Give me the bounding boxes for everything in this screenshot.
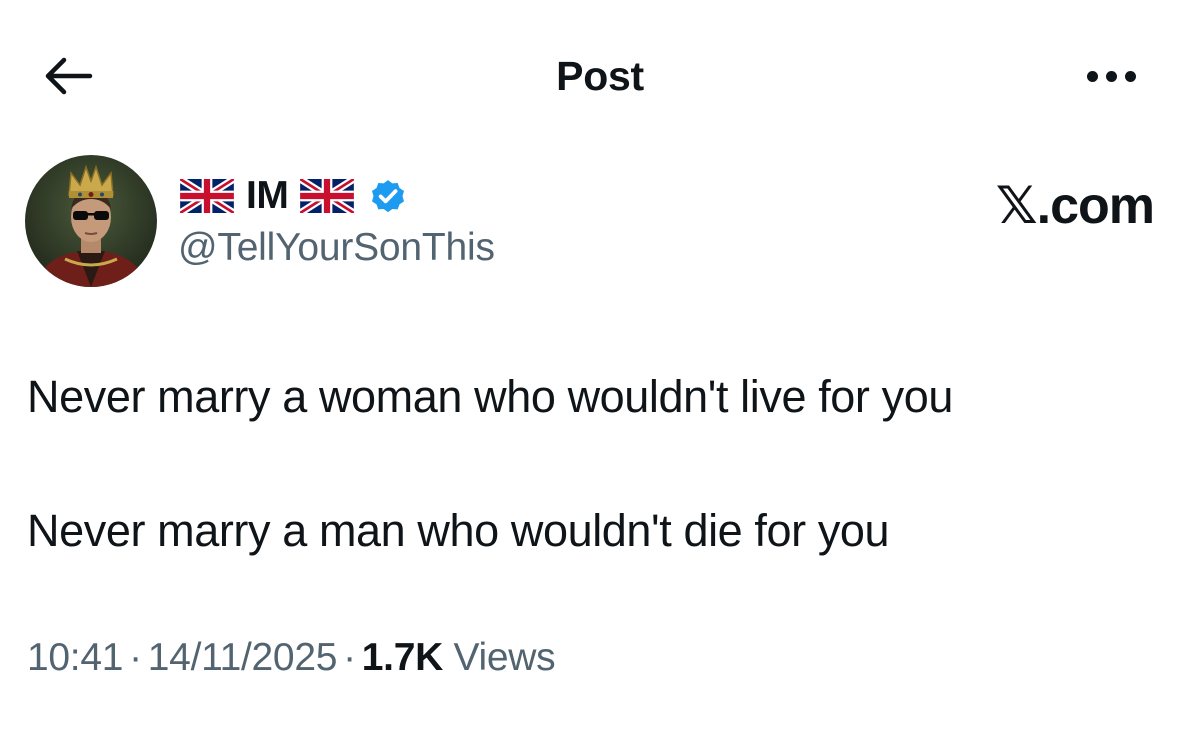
avatar[interactable] [25, 155, 157, 287]
post-text-line: Never marry a woman who wouldn't live fo… [27, 371, 953, 422]
meta-separator: · [129, 636, 142, 679]
x-com-watermark: 𝕏.com [995, 177, 1155, 235]
more-options-button[interactable] [1076, 52, 1146, 100]
post-date[interactable]: 14/11/2025 [148, 636, 338, 679]
uk-flag-icon [180, 179, 234, 213]
author-handle[interactable]: @TellYourSonThis [178, 226, 495, 270]
post-meta: 10:41 · 14/11/2025 · 1.7K Views [27, 636, 556, 680]
more-horizontal-icon [1086, 70, 1098, 82]
post-text-line: Never marry a man who wouldn't die for y… [27, 505, 890, 556]
meta-separator: · [343, 636, 356, 679]
post-header: Post [0, 0, 1200, 150]
post-text-spacer [27, 431, 1177, 497]
uk-flag-icon [300, 179, 355, 213]
more-horizontal-icon-dot [1105, 70, 1117, 82]
page-title: Post [556, 53, 644, 99]
post-time[interactable]: 10:41 [27, 636, 123, 679]
author-name-row[interactable]: IM [180, 170, 408, 222]
views-count[interactable]: 1.7K [362, 636, 443, 679]
author-display-name: IM [246, 174, 289, 217]
verified-badge-icon[interactable] [368, 176, 408, 216]
avatar-image [25, 155, 157, 287]
more-horizontal-icon-dot [1124, 70, 1136, 82]
views-label[interactable]: Views [454, 636, 556, 679]
post-text: Never marry a woman who wouldn't live fo… [27, 363, 1177, 565]
